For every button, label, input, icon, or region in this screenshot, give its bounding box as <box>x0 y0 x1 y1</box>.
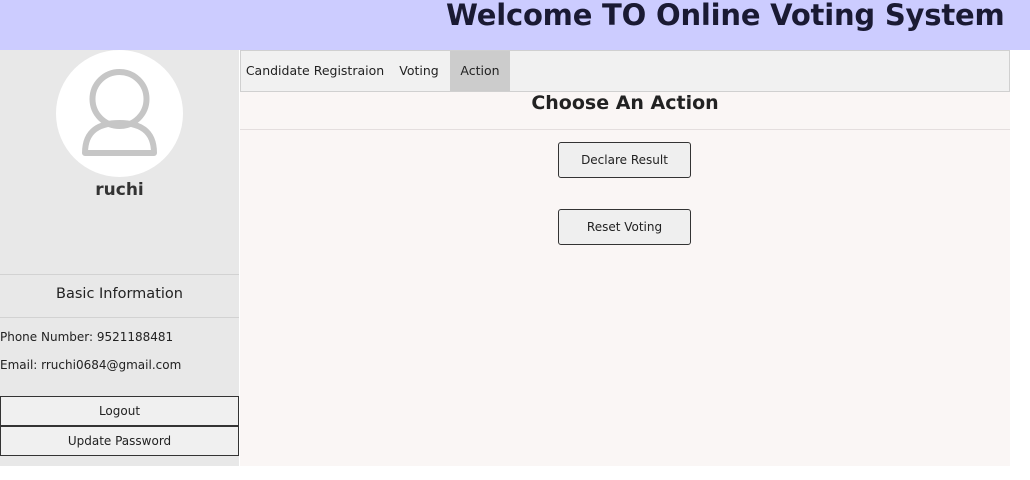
basic-info-heading: Basic Information <box>56 286 183 302</box>
declare-result-button[interactable]: Declare Result <box>558 142 691 178</box>
update-password-button[interactable]: Update Password <box>0 426 239 456</box>
tab-voting[interactable]: Voting <box>389 51 449 91</box>
tab-bar: Candidate Registraion Voting Action <box>240 50 1010 92</box>
divider <box>0 274 239 275</box>
divider <box>0 317 239 318</box>
sidebar: ruchi Basic Information Phone Number: 95… <box>0 50 239 466</box>
page-title: Welcome TO Online Voting System <box>446 0 1005 32</box>
reset-voting-button[interactable]: Reset Voting <box>558 209 691 245</box>
logout-button[interactable]: Logout <box>0 396 239 426</box>
section-title: Choose An Action <box>531 92 719 114</box>
username: ruchi <box>95 180 144 200</box>
main-content: Candidate Registraion Voting Action Choo… <box>240 50 1010 466</box>
tab-candidate-registration[interactable]: Candidate Registraion <box>241 51 389 91</box>
tab-action[interactable]: Action <box>450 51 510 91</box>
phone-number: Phone Number: 9521188481 <box>0 330 174 344</box>
page-header: Welcome TO Online Voting System <box>0 0 1030 50</box>
email-address: Email: rruchi0684@gmail.com <box>0 358 182 372</box>
divider <box>240 129 1010 130</box>
user-avatar-icon <box>56 50 183 177</box>
